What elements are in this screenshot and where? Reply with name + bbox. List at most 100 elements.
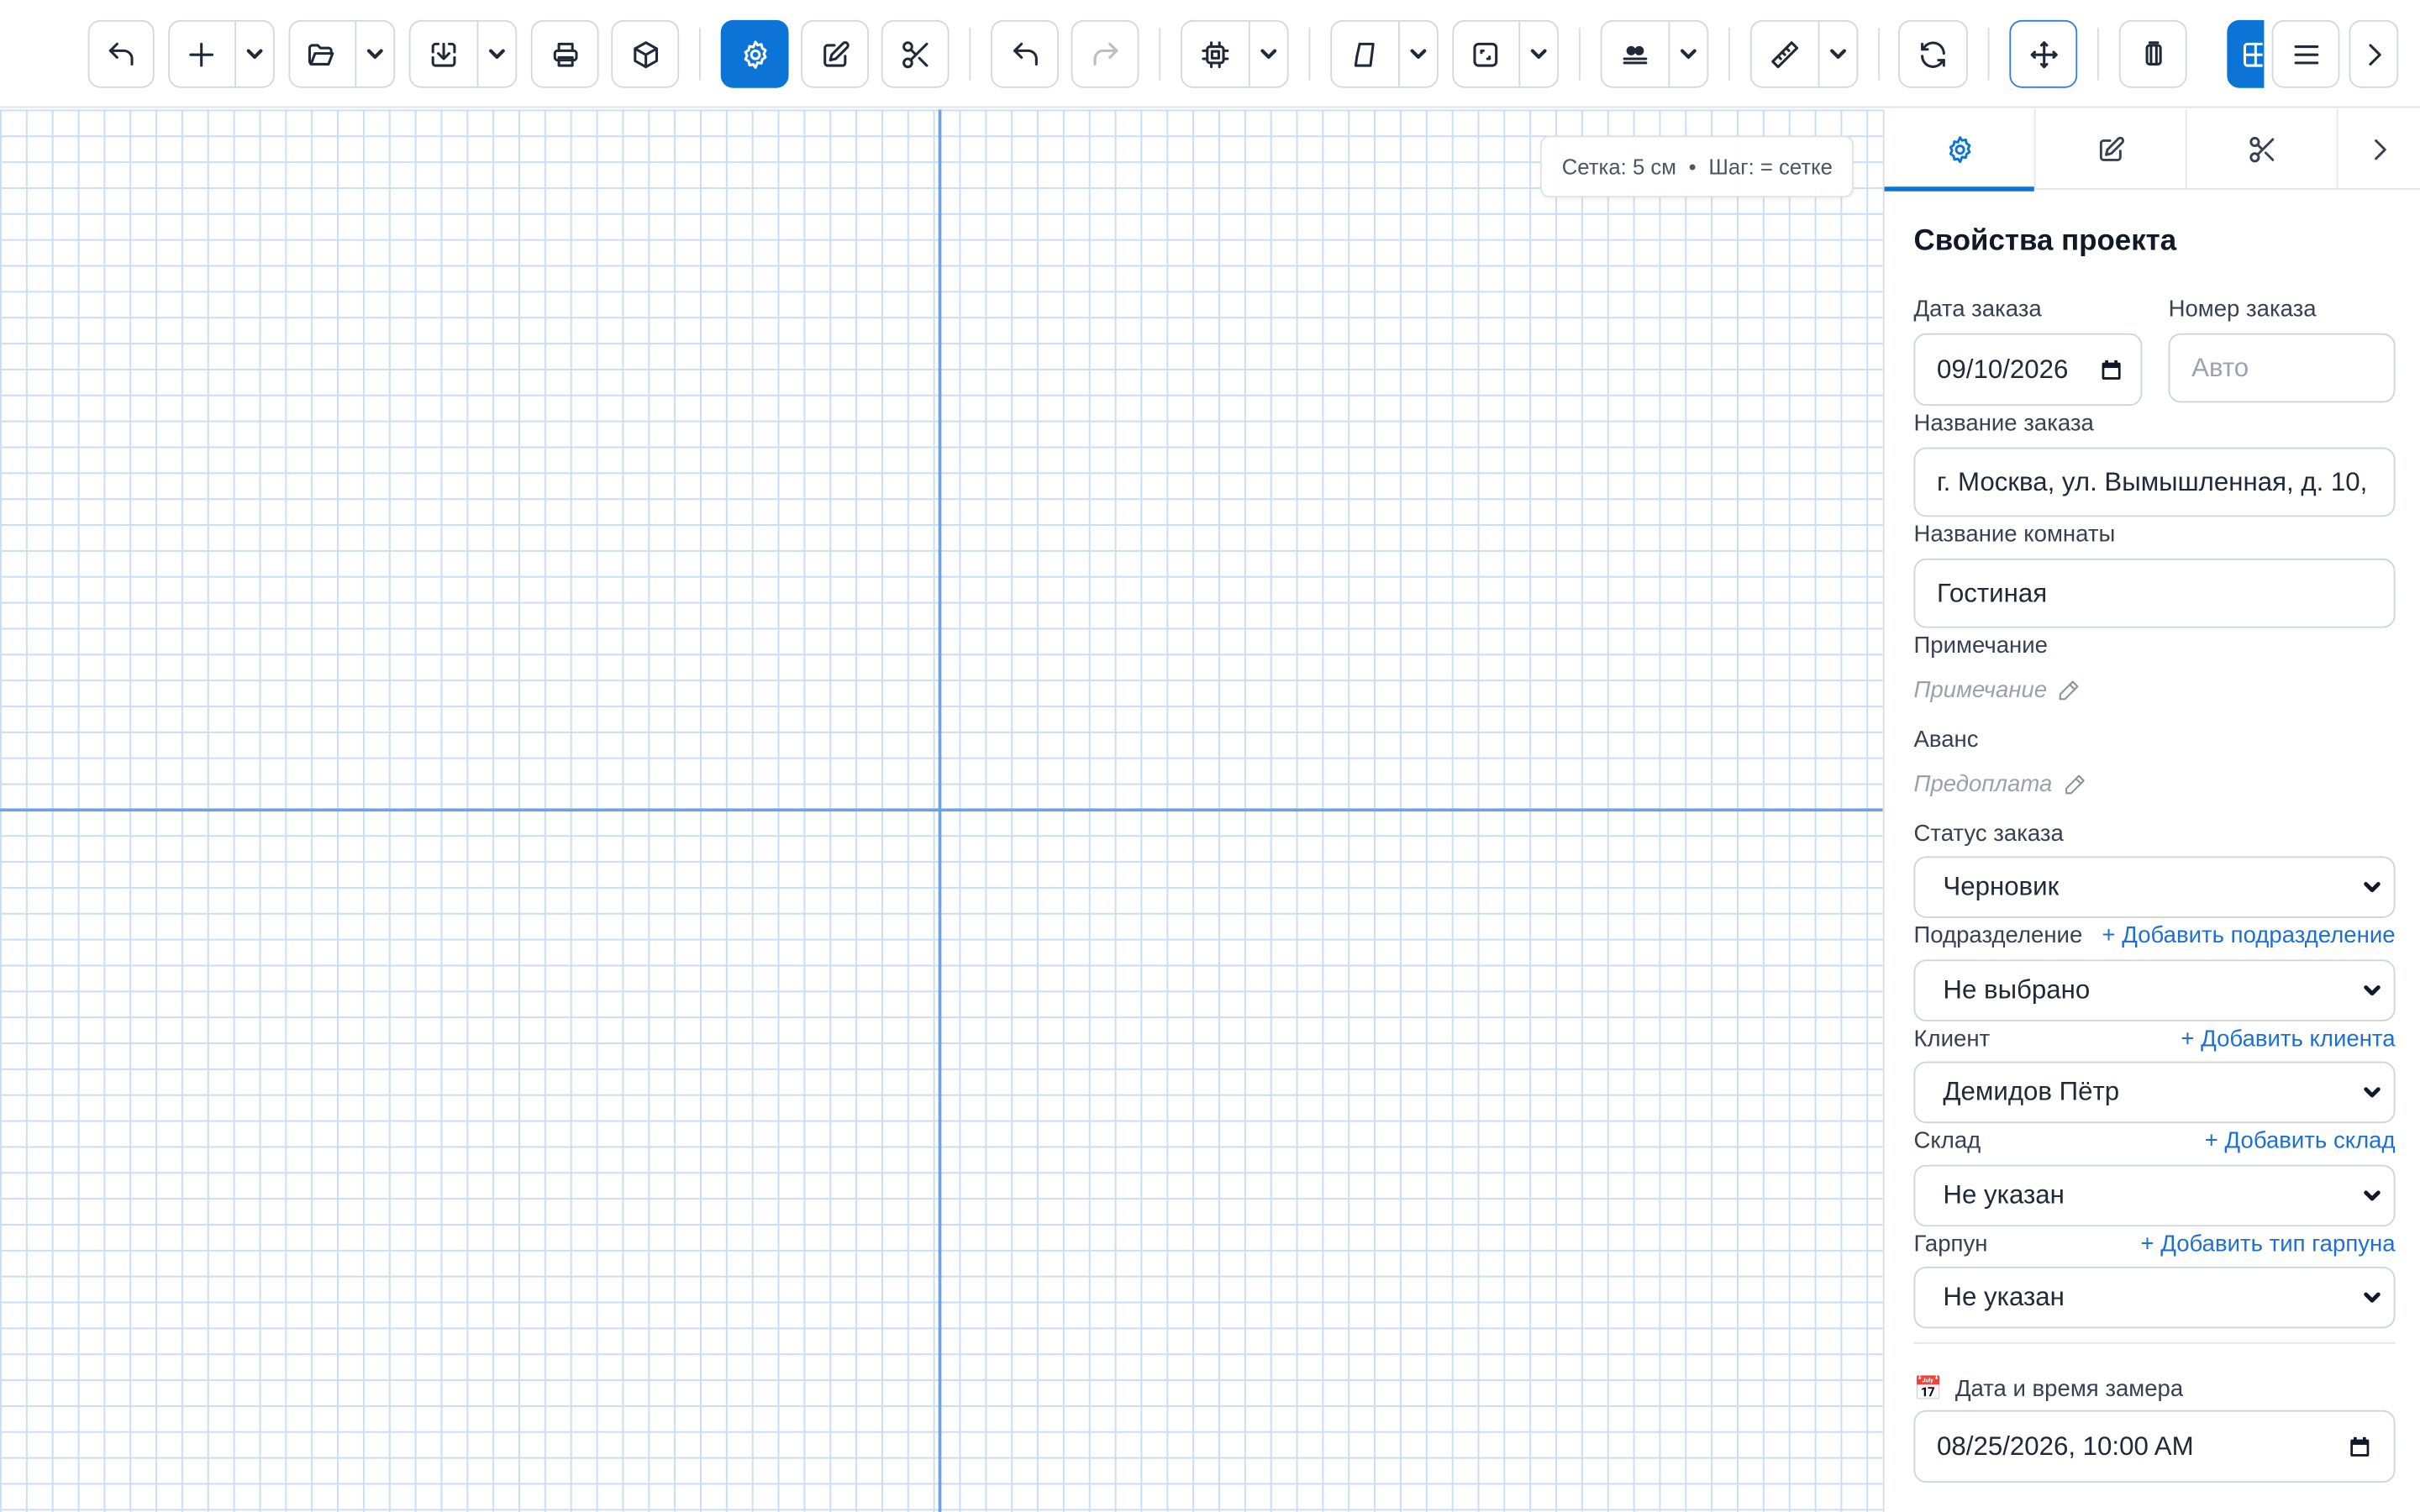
harpoon-value: Не указан: [1943, 1282, 2065, 1312]
edit-icon: [2098, 136, 2124, 161]
undo-icon: [108, 41, 134, 66]
wall-button[interactable]: [1332, 21, 1400, 87]
redo-icon: [1092, 41, 1118, 66]
status-select[interactable]: Черновик: [1913, 856, 2396, 918]
shape-button[interactable]: [1454, 21, 1520, 87]
toolbar-scroll-right-button[interactable]: [2349, 19, 2399, 88]
3d-view-button[interactable]: [611, 19, 680, 88]
open-dropdown-button[interactable]: [356, 22, 394, 87]
refresh-button[interactable]: [1898, 19, 1968, 88]
chevron-right-icon: [2375, 139, 2386, 160]
print-button[interactable]: [530, 19, 599, 88]
measure-dropdown-button[interactable]: [1819, 22, 1857, 87]
chevron-down-icon: [366, 49, 383, 59]
settings-button[interactable]: [720, 19, 789, 88]
warehouse-select[interactable]: Не указан: [1913, 1164, 2396, 1227]
measure-datetime-label: Дата и время замера: [1954, 1376, 2184, 1403]
toolbar-separator: [1987, 28, 1990, 81]
division-value: Не выбрано: [1943, 974, 2091, 1005]
tab-more[interactable]: [2338, 109, 2420, 190]
shape-split-button[interactable]: [1452, 19, 1560, 88]
measure-button[interactable]: [1752, 21, 1819, 87]
redo-button[interactable]: [1071, 19, 1139, 88]
add-dropdown-button[interactable]: [236, 22, 274, 87]
add-split-button[interactable]: [168, 19, 275, 88]
app-root: Сетка: 5 см • Шаг: = сетке Свойства прое…: [0, 0, 2420, 1512]
toolbar-separator: [1578, 28, 1581, 81]
chevron-down-icon: [2364, 882, 2381, 893]
calendar-icon[interactable]: [2099, 357, 2123, 381]
room-shape-icon: [1474, 41, 1498, 66]
chevron-down-icon: [2364, 1292, 2381, 1303]
device-button[interactable]: [1182, 21, 1250, 87]
order-name-field[interactable]: г. Москва, ул. Вымышленная, д. 10,: [1913, 447, 2396, 517]
drawing-canvas[interactable]: Сетка: 5 см • Шаг: = сетке: [0, 109, 1883, 1512]
add-button[interactable]: [170, 21, 236, 87]
add-harpoon-type-link[interactable]: + Добавить тип гарпуна: [2141, 1231, 2396, 1257]
toolbar-separator: [969, 28, 971, 81]
scissors-icon: [902, 40, 928, 68]
measure-datetime-field[interactable]: 08/25/2026, 10:00 AM: [1913, 1410, 2396, 1483]
grid-info-separator: •: [1688, 154, 1697, 180]
room-name-field[interactable]: Гостиная: [1913, 558, 2396, 628]
panel-title: Свойства проекта: [1913, 225, 2177, 258]
align-button[interactable]: [1602, 21, 1670, 87]
order-date-field[interactable]: 09/10/2026: [1913, 333, 2143, 407]
tab-project-settings[interactable]: [1884, 109, 2036, 192]
wall-split-button[interactable]: [1330, 19, 1439, 88]
advance-inline-edit[interactable]: Предоплата: [1913, 771, 2086, 798]
device-split-button[interactable]: [1181, 19, 1289, 88]
panels-button[interactable]: [2118, 19, 2187, 88]
division-select[interactable]: Не выбрано: [1913, 959, 2396, 1021]
open-split-button[interactable]: [288, 19, 396, 88]
scissors-icon: [2249, 136, 2274, 163]
device-dropdown-button[interactable]: [1249, 22, 1287, 87]
cut-button[interactable]: [881, 19, 950, 88]
client-select[interactable]: Демидов Пётр: [1913, 1061, 2396, 1124]
note-placeholder: Примечание: [1913, 677, 2048, 704]
wall-icon: [1354, 41, 1375, 66]
order-number-field[interactable]: Авто: [2168, 333, 2396, 403]
warehouse-value: Не указан: [1943, 1180, 2065, 1210]
gear-icon: [743, 39, 766, 69]
back-button[interactable]: [87, 19, 155, 88]
add-division-link[interactable]: + Добавить подразделение: [2102, 922, 2395, 948]
edit-button[interactable]: [801, 19, 870, 88]
save-button[interactable]: [411, 21, 478, 87]
measure-split-button[interactable]: [1749, 19, 1859, 88]
warehouse-label: Склад: [1913, 1127, 1981, 1154]
save-dropdown-button[interactable]: [478, 22, 516, 87]
order-name-label: Название заказа: [1913, 410, 2094, 437]
layout-icon: [2243, 41, 2263, 66]
align-split-button[interactable]: [1600, 19, 1709, 88]
layout-toggle-button[interactable]: [2227, 19, 2265, 88]
toolbar-separator: [1728, 28, 1730, 81]
align-dropdown-button[interactable]: [1670, 22, 1707, 87]
plus-icon: [189, 41, 214, 66]
tab-edit[interactable]: [2036, 109, 2187, 190]
shape-dropdown-button[interactable]: [1520, 22, 1558, 87]
tab-cut[interactable]: [2187, 109, 2338, 190]
menu-button[interactable]: [2271, 19, 2340, 88]
harpoon-select[interactable]: Не указан: [1913, 1266, 2396, 1329]
order-name-value: г. Москва, ул. Вымышленная, д. 10,: [1937, 466, 2368, 496]
toolbar-separator: [2097, 28, 2099, 81]
note-inline-edit[interactable]: Примечание: [1913, 677, 2081, 704]
open-button[interactable]: [290, 21, 356, 87]
cpu-icon: [1202, 40, 1229, 68]
chevron-down-icon: [2364, 1190, 2381, 1201]
chevron-down-icon: [488, 49, 505, 59]
chevron-down-icon: [1260, 49, 1276, 59]
add-client-link[interactable]: + Добавить клиента: [2181, 1026, 2395, 1052]
save-split-button[interactable]: [408, 19, 518, 88]
order-number-label: Номер заказа: [2168, 296, 2317, 323]
undo-button[interactable]: [991, 19, 1059, 88]
advance-placeholder: Предоплата: [1913, 771, 2053, 798]
wall-dropdown-button[interactable]: [1399, 22, 1437, 87]
pan-move-button[interactable]: [2009, 19, 2078, 88]
order-date-label: Дата заказа: [1913, 296, 2042, 323]
status-value: Черновик: [1943, 871, 2060, 901]
add-warehouse-link[interactable]: + Добавить склад: [2205, 1128, 2396, 1154]
calendar-icon[interactable]: [2348, 1434, 2372, 1458]
pencil-icon: [2060, 680, 2080, 701]
